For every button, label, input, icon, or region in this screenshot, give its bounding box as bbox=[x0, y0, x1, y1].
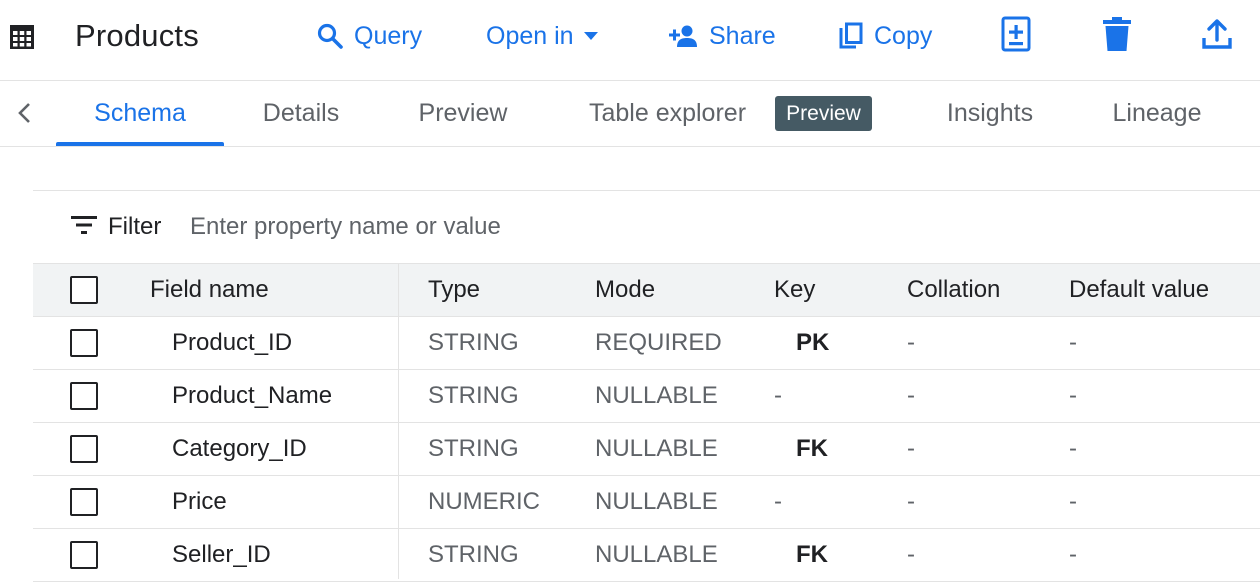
mode-cell: NULLABLE bbox=[595, 488, 718, 515]
tab-insights[interactable]: Insights bbox=[925, 81, 1055, 146]
mode-cell: NULLABLE bbox=[595, 382, 718, 409]
column-header-type[interactable]: Type bbox=[428, 276, 480, 304]
table-row: Product_Name STRING NULLABLE - - - bbox=[33, 370, 1260, 423]
active-tab-indicator bbox=[56, 142, 224, 146]
mode-cell: NULLABLE bbox=[595, 435, 718, 462]
table-row: Category_ID STRING NULLABLE FK - - bbox=[33, 423, 1260, 476]
caret-down-icon bbox=[583, 31, 598, 41]
filter-input[interactable] bbox=[190, 210, 690, 244]
type-cell: NUMERIC bbox=[428, 488, 540, 515]
field-name-cell[interactable]: Category_ID bbox=[172, 435, 307, 463]
search-icon bbox=[316, 22, 344, 50]
type-cell: STRING bbox=[428, 382, 519, 409]
query-label: Query bbox=[354, 21, 423, 50]
open-in-label: Open in bbox=[486, 21, 574, 50]
column-header-field-name[interactable]: Field name bbox=[150, 276, 269, 304]
tab-details[interactable]: Details bbox=[236, 81, 366, 146]
table-icon bbox=[9, 24, 35, 50]
default-value-cell: - bbox=[1069, 488, 1077, 515]
scroll-tabs-left-button[interactable] bbox=[12, 99, 38, 127]
key-cell: FK bbox=[796, 435, 828, 462]
column-header-default-value[interactable]: Default value bbox=[1069, 276, 1209, 304]
copy-button[interactable]: Copy bbox=[838, 16, 932, 56]
query-button[interactable]: Query bbox=[316, 16, 422, 56]
field-name-cell[interactable]: Seller_ID bbox=[172, 541, 271, 569]
tab-schema[interactable]: Schema bbox=[56, 81, 224, 146]
export-button[interactable] bbox=[1199, 16, 1235, 56]
field-name-cell[interactable]: Product_Name bbox=[172, 382, 332, 410]
key-cell: PK bbox=[796, 329, 830, 356]
column-header-key[interactable]: Key bbox=[774, 276, 815, 304]
share-label: Share bbox=[709, 21, 776, 50]
select-all-checkbox[interactable] bbox=[70, 276, 98, 304]
key-cell: FK bbox=[796, 541, 828, 568]
collation-cell: - bbox=[907, 488, 915, 515]
schema-table: Field name Type Mode Key Collation Defau… bbox=[33, 263, 1260, 582]
toolbar: Products Query Open in Share Copy bbox=[0, 0, 1260, 81]
type-cell: STRING bbox=[428, 541, 519, 568]
tab-lineage[interactable]: Lineage bbox=[1092, 81, 1222, 146]
preview-badge: Preview bbox=[775, 96, 872, 131]
upload-icon bbox=[1201, 18, 1233, 55]
collation-cell: - bbox=[907, 382, 915, 409]
filter-bar: Filter bbox=[70, 206, 690, 248]
open-in-button[interactable]: Open in bbox=[486, 16, 598, 56]
tab-bar: Schema Details Preview Table explorer In… bbox=[0, 81, 1260, 147]
filter-icon[interactable] bbox=[70, 214, 98, 241]
key-cell: - bbox=[774, 488, 782, 515]
default-value-cell: - bbox=[1069, 329, 1077, 356]
row-checkbox[interactable] bbox=[70, 488, 98, 516]
row-checkbox[interactable] bbox=[70, 435, 98, 463]
column-header-mode[interactable]: Mode bbox=[595, 276, 655, 304]
tab-table-explorer[interactable]: Table explorer bbox=[565, 81, 770, 146]
copy-label: Copy bbox=[874, 21, 933, 50]
default-value-cell: - bbox=[1069, 541, 1077, 568]
collation-cell: - bbox=[907, 541, 915, 568]
divider bbox=[33, 190, 1260, 191]
tab-preview[interactable]: Preview bbox=[398, 81, 528, 146]
key-cell: - bbox=[774, 382, 782, 409]
trash-icon bbox=[1103, 16, 1131, 57]
field-name-cell[interactable]: Product_ID bbox=[172, 329, 292, 357]
collation-cell: - bbox=[907, 435, 915, 462]
add-person-icon bbox=[669, 23, 699, 49]
delete-button[interactable] bbox=[1099, 16, 1135, 56]
row-checkbox[interactable] bbox=[70, 541, 98, 569]
type-cell: STRING bbox=[428, 329, 519, 356]
default-value-cell: - bbox=[1069, 435, 1077, 462]
page-title: Products bbox=[75, 18, 199, 53]
add-box-icon bbox=[1001, 16, 1031, 57]
type-cell: STRING bbox=[428, 435, 519, 462]
filter-label: Filter bbox=[108, 213, 162, 240]
mode-cell: NULLABLE bbox=[595, 541, 718, 568]
row-checkbox[interactable] bbox=[70, 329, 98, 357]
copy-icon bbox=[838, 22, 864, 50]
table-header: Field name Type Mode Key Collation Defau… bbox=[33, 263, 1260, 317]
share-button[interactable]: Share bbox=[669, 16, 776, 56]
default-value-cell: - bbox=[1069, 382, 1077, 409]
column-resize-divider[interactable] bbox=[398, 263, 399, 579]
field-name-cell[interactable]: Price bbox=[172, 488, 227, 516]
chevron-left-icon bbox=[12, 103, 38, 131]
add-to-query-button[interactable] bbox=[998, 16, 1034, 56]
table-row: Product_ID STRING REQUIRED PK - - bbox=[33, 317, 1260, 370]
table-row: Seller_ID STRING NULLABLE FK - - bbox=[33, 529, 1260, 582]
mode-cell: REQUIRED bbox=[595, 329, 722, 356]
column-header-collation[interactable]: Collation bbox=[907, 276, 1000, 304]
collation-cell: - bbox=[907, 329, 915, 356]
row-checkbox[interactable] bbox=[70, 382, 98, 410]
table-row: Price NUMERIC NULLABLE - - - bbox=[33, 476, 1260, 529]
